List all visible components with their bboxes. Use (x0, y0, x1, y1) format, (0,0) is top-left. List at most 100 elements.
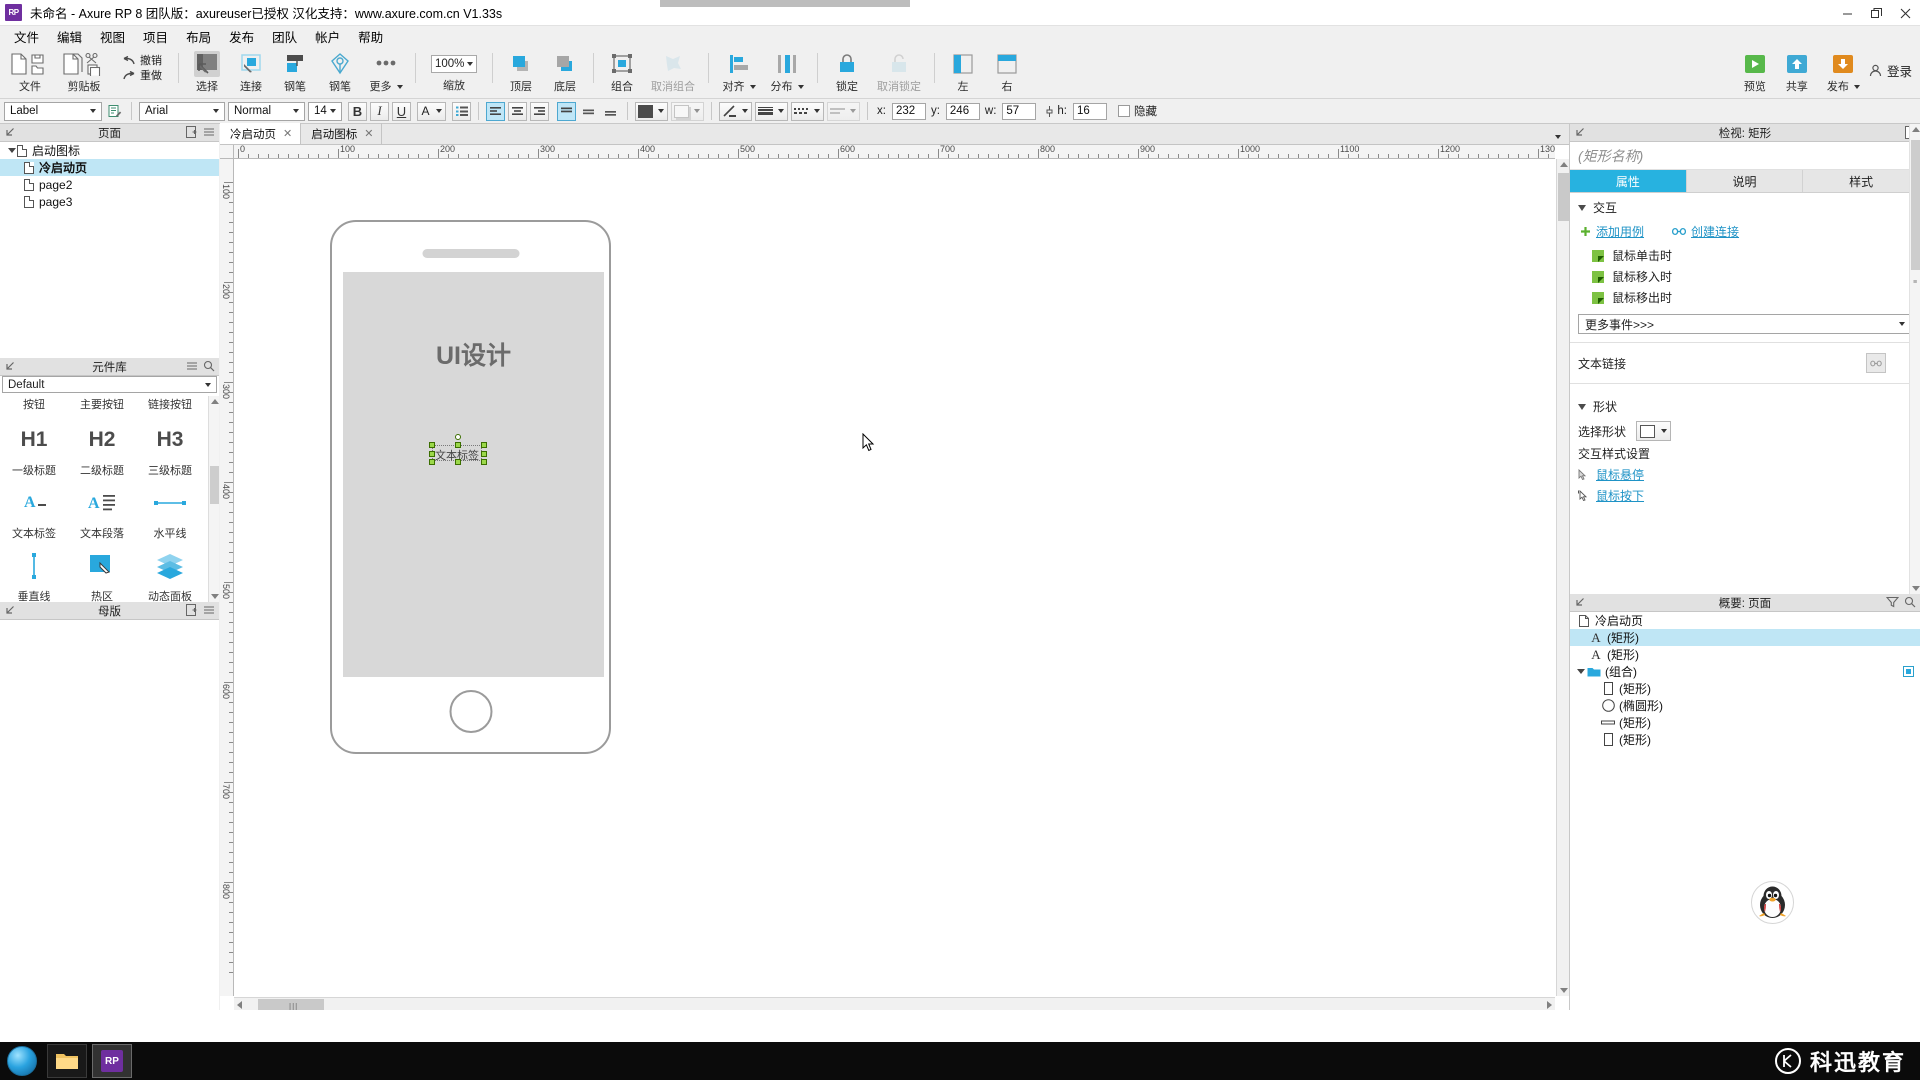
widget-name-input[interactable]: (矩形名称) (1570, 142, 1920, 170)
menu-item-layout[interactable]: 布局 (177, 25, 220, 48)
toolbar-distribute[interactable]: 分布 (763, 47, 811, 94)
library-item-text-label[interactable]: A 文本标签 (0, 481, 68, 544)
taskbar-item-axure[interactable]: RP (92, 1044, 132, 1078)
valign-bottom-button[interactable] (601, 102, 620, 121)
canvas-horizontal-scrollbar[interactable]: ||| (234, 997, 1555, 1011)
bold-button[interactable]: B (348, 101, 367, 121)
scroll-up-arrow-icon[interactable] (1560, 162, 1568, 167)
h-input[interactable]: 16 (1073, 102, 1107, 120)
widget-type-select[interactable]: Label (4, 101, 102, 121)
align-center-button[interactable] (508, 101, 527, 121)
collapse-icon[interactable] (1575, 127, 1585, 140)
resize-handle-se[interactable] (481, 459, 487, 465)
expand-triangle-icon[interactable] (6, 148, 17, 153)
resize-handle-e[interactable] (481, 451, 487, 457)
hover-style-row[interactable]: 鼠标悬停 (1570, 464, 1920, 485)
publish-button[interactable]: 发布 (1818, 47, 1869, 94)
event-row-mouseleave[interactable]: 鼠标移出时 (1570, 287, 1920, 308)
valign-top-button[interactable] (557, 101, 576, 121)
inspector-scroll-thumb[interactable] (1911, 140, 1920, 270)
outline-row-child-rect-2[interactable]: (矩形) (1570, 731, 1920, 748)
line-style-picker[interactable] (791, 101, 824, 121)
resize-handle-nw[interactable] (429, 442, 435, 448)
menu-item-edit[interactable]: 编辑 (48, 25, 91, 48)
tabs-overflow-chevron-icon[interactable] (1555, 135, 1561, 139)
scroll-up-arrow-icon[interactable] (1912, 127, 1920, 132)
library-item-button[interactable]: 按钮 (0, 396, 68, 418)
search-icon[interactable] (1904, 596, 1916, 611)
toolbar-group[interactable]: 组合 (600, 47, 644, 94)
pages-tree-row[interactable]: 启动图标 (0, 142, 219, 159)
pages-panel-menu-icon[interactable] (203, 126, 215, 141)
toolbar-connect-tool[interactable]: 连接 (229, 47, 273, 94)
mousedown-style-row[interactable]: 鼠标按下 (1570, 485, 1920, 506)
outline-tree[interactable]: 冷启动页 A (矩形) A (矩形) (组合) (矩形) (椭圆形) (矩形) … (1570, 612, 1920, 1010)
scroll-down-arrow-icon[interactable] (1560, 988, 1568, 993)
menu-item-file[interactable]: 文件 (5, 25, 48, 48)
hidden-checkbox[interactable] (1118, 105, 1130, 117)
start-button[interactable] (2, 1044, 42, 1078)
outline-row-child-rect-1[interactable]: (矩形) (1570, 680, 1920, 697)
tab-launch-icon[interactable]: 启动图标 ✕ (301, 123, 383, 144)
redo-button[interactable]: 重做 (122, 70, 162, 82)
library-item-h3[interactable]: H3 三级标题 (136, 418, 204, 481)
masters-panel-menu-icon[interactable] (203, 604, 215, 619)
library-item-dynamic-panel[interactable]: 动态面板 (136, 544, 204, 602)
line-width-picker[interactable] (755, 101, 788, 121)
resize-handle-ne[interactable] (481, 442, 487, 448)
scroll-up-arrow-icon[interactable] (211, 399, 219, 404)
tab-cold-start-page[interactable]: 冷启动页 ✕ (220, 123, 302, 144)
shadow-picker[interactable] (671, 101, 704, 121)
resize-handle-sw[interactable] (429, 459, 435, 465)
add-master-icon[interactable] (186, 604, 198, 619)
undo-button[interactable]: 撤销 (122, 55, 162, 67)
hamburger-icon[interactable] (186, 360, 198, 375)
library-item-link-button[interactable]: 链接按钮 (136, 396, 204, 418)
resize-handle-w[interactable] (429, 451, 435, 457)
collapse-icon[interactable] (5, 361, 15, 374)
toolbar-lock[interactable]: 锁定 (824, 47, 870, 94)
pages-tree-row[interactable]: page2 (0, 176, 219, 193)
library-item-paragraph[interactable]: A 文本段落 (68, 481, 136, 544)
expand-triangle-icon[interactable] (1576, 669, 1586, 674)
arrow-style-picker[interactable] (827, 101, 860, 121)
toolbar-more-button[interactable]: 更多 (363, 47, 409, 94)
library-select[interactable]: Default (2, 376, 217, 393)
outline-row-child-ellipse[interactable]: (椭圆形) (1570, 697, 1920, 714)
collapse-icon[interactable] (1575, 597, 1585, 610)
search-icon[interactable] (203, 360, 215, 375)
phone-mockup[interactable]: UI设计 (330, 220, 611, 754)
underline-button[interactable]: U (392, 101, 411, 121)
phone-screen[interactable]: UI设计 (343, 272, 604, 677)
shape-section-header[interactable]: 形状 (1570, 392, 1920, 419)
scroll-right-arrow-icon[interactable] (1547, 1001, 1552, 1009)
toolbar-zoom-group[interactable]: 100% 缩放 (422, 47, 486, 93)
collapse-icon[interactable] (5, 605, 15, 618)
close-icon[interactable]: ✕ (283, 127, 292, 140)
library-item-hline[interactable]: 水平线 (136, 481, 204, 544)
toolbar-right[interactable]: 右 (985, 47, 1029, 94)
italic-button[interactable]: I (370, 101, 389, 121)
toolbar-send-back[interactable]: 底层 (543, 47, 587, 94)
create-link-button[interactable]: 创建连接 (1672, 223, 1739, 240)
toolbar-select-tool[interactable]: 选择 (185, 47, 229, 94)
font-family-select[interactable]: Arial (139, 101, 225, 121)
shape-picker[interactable] (1636, 421, 1672, 441)
zoom-select[interactable]: 100% (431, 55, 477, 73)
close-icon[interactable]: ✕ (364, 127, 373, 140)
library-item-h1[interactable]: H1 一级标题 (0, 418, 68, 481)
hidden-checkbox-wrap[interactable]: 隐藏 (1118, 103, 1157, 119)
outline-row-rect-2[interactable]: A (矩形) (1570, 646, 1920, 663)
toolbar-bring-front[interactable]: 顶层 (499, 47, 543, 94)
resize-handle-s[interactable] (455, 459, 461, 465)
outline-row-group[interactable]: (组合) (1570, 663, 1920, 680)
menu-item-account[interactable]: 帐户 (306, 25, 349, 48)
line-color-picker[interactable] (719, 101, 752, 121)
text-link-button[interactable] (1866, 353, 1886, 373)
group-badge-icon[interactable] (1903, 666, 1914, 677)
login-button[interactable]: 登录 (1869, 47, 1912, 80)
library-item-hotspot[interactable]: 热区 (68, 544, 136, 602)
add-case-button[interactable]: 添加用例 (1580, 223, 1644, 240)
toolbar-unlock[interactable]: 取消锁定 (870, 47, 928, 94)
library-item-h2[interactable]: H2 二级标题 (68, 418, 136, 481)
